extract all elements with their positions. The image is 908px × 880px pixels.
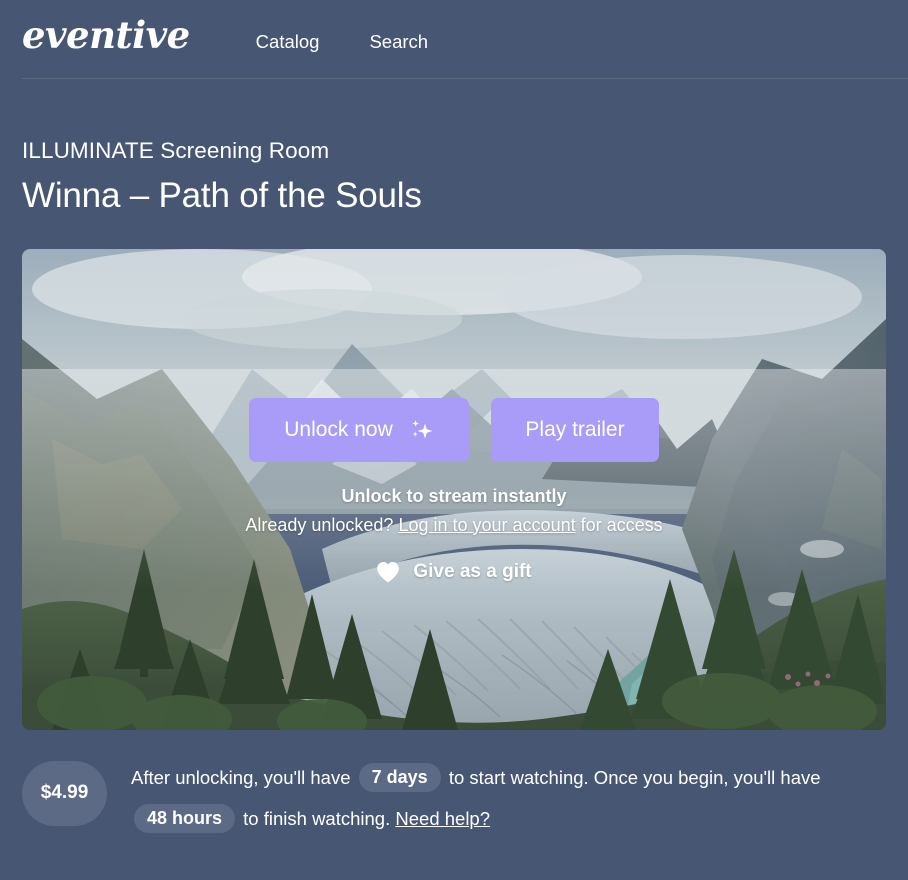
header-divider <box>22 78 908 79</box>
hero-overlay: Unlock now Play trailer Unlock to stream… <box>22 249 886 730</box>
breadcrumb-screening-room: ILLUMINATE Screening Room <box>22 138 330 163</box>
chip-finish-window: 48 hours <box>134 803 236 834</box>
main-nav: Catalog Search <box>256 29 428 53</box>
heart-icon <box>376 561 400 583</box>
terms-part-2: to start watching. Once you begin, you'l… <box>448 766 821 788</box>
brand-logo[interactable]: eventive <box>22 17 190 54</box>
nav-item-search[interactable]: Search <box>369 31 428 53</box>
title-block: ILLUMINATE Screening Room Winna – Path o… <box>0 137 908 218</box>
give-as-gift-button[interactable]: Give as a gift <box>376 560 532 583</box>
nav-item-catalog[interactable]: Catalog <box>256 31 320 53</box>
hero-cta-row: Unlock now Play trailer <box>249 397 659 462</box>
login-link[interactable]: Log in to your account <box>398 515 575 535</box>
unlock-now-label: Unlock now <box>284 417 393 441</box>
header-inner: eventive Catalog Search <box>22 0 428 54</box>
page-title: Winna – Path of the Souls <box>22 176 422 215</box>
terms-part-1: After unlocking, you'll have <box>131 766 351 788</box>
play-trailer-label: Play trailer <box>525 417 625 441</box>
give-as-gift-label: Give as a gift <box>413 560 532 582</box>
sparkles-icon <box>410 418 434 442</box>
rental-info-bar: $4.99 After unlocking, you'll have 7 day… <box>22 757 886 839</box>
chip-start-window: 7 days <box>358 762 441 793</box>
site-header: eventive Catalog Search <box>0 0 908 79</box>
hero-banner: Unlock now Play trailer Unlock to stream… <box>22 248 886 730</box>
already-unlocked-suffix: for access <box>580 514 663 535</box>
terms-part-3: to finish watching. <box>243 807 391 829</box>
already-unlocked-prefix: Already unlocked? <box>245 514 394 535</box>
already-unlocked-row: Already unlocked? Log in to your account… <box>245 515 662 536</box>
unlock-now-button[interactable]: Unlock now <box>249 397 469 462</box>
need-help-link[interactable]: Need help? <box>395 808 490 829</box>
rental-terms-text: After unlocking, you'll have 7 days to s… <box>131 757 851 839</box>
play-trailer-button[interactable]: Play trailer <box>491 397 659 462</box>
unlock-stream-note: Unlock to stream instantly <box>341 485 567 506</box>
price-badge: $4.99 <box>22 760 107 826</box>
